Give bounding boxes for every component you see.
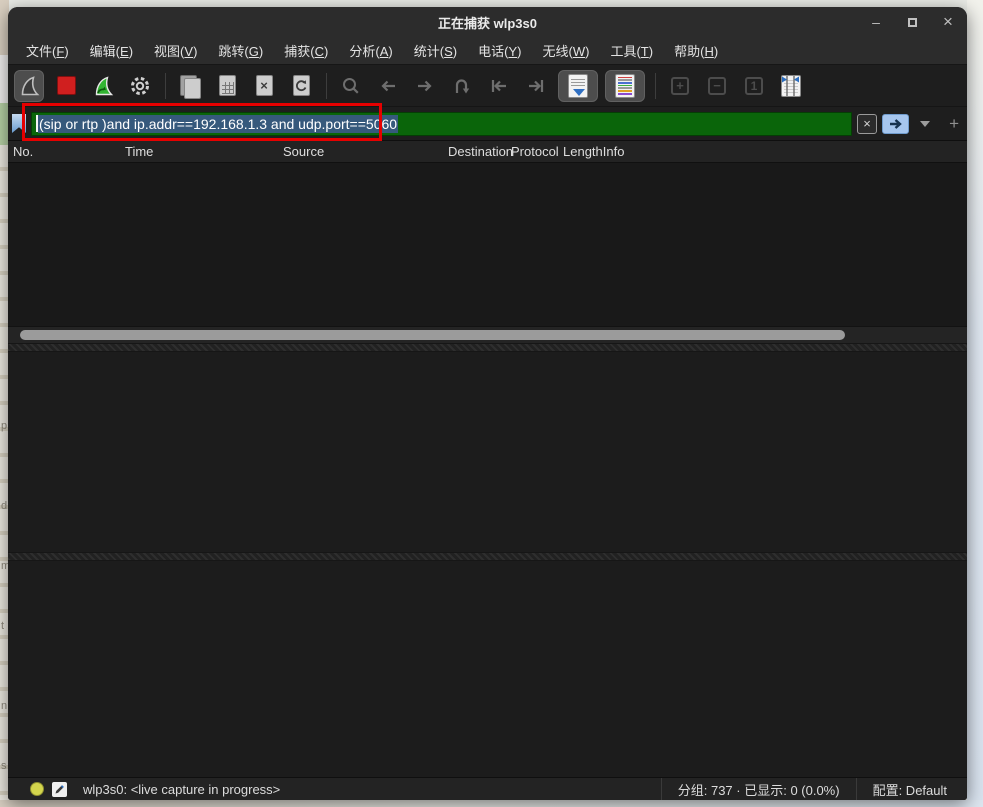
- toolbar-separator: [165, 73, 166, 99]
- menu-item[interactable]: 视图(V): [154, 41, 197, 60]
- filter-bookmark-icon[interactable]: [12, 114, 26, 133]
- go-to-packet-button[interactable]: [447, 70, 477, 102]
- close-file-button[interactable]: ×: [249, 70, 279, 102]
- close-file-icon: ×: [256, 75, 273, 96]
- colorize-button[interactable]: [605, 70, 645, 102]
- menu-item[interactable]: 电话(Y): [478, 41, 521, 60]
- menu-item[interactable]: 工具(T): [610, 41, 653, 60]
- colorize-icon: [615, 74, 635, 98]
- horizontal-scrollbar[interactable]: [8, 326, 967, 343]
- pane-splitter[interactable]: [8, 343, 967, 352]
- scrollbar-thumb[interactable]: [20, 330, 845, 340]
- column-header[interactable]: Time: [125, 144, 283, 159]
- apply-filter-button[interactable]: [882, 114, 909, 134]
- background-desktop-right-strip: [967, 0, 983, 807]
- desktop-background: p d m t n s 正在捕获 wlp3s0 – × 文件(F) 编辑(E) …: [0, 0, 983, 807]
- zoom-in-button[interactable]: +: [665, 70, 695, 102]
- expert-info-icon[interactable]: [30, 782, 44, 796]
- maximize-icon: [908, 18, 917, 27]
- column-header[interactable]: Length: [563, 144, 603, 159]
- go-forward-icon: [414, 76, 436, 96]
- title-bar[interactable]: 正在捕获 wlp3s0 – ×: [8, 7, 967, 37]
- filter-text-selected: (sip or rtp )and ip.addr==192.168.1.3 an…: [38, 115, 398, 133]
- packet-details-pane[interactable]: [8, 352, 967, 552]
- normal-size-icon: 1: [745, 77, 763, 95]
- column-header[interactable]: Source: [283, 144, 448, 159]
- packet-count-summary: 分组: 737 · 已显示: 0 (0.0%): [661, 778, 856, 801]
- zoom-out-button[interactable]: −: [702, 70, 732, 102]
- packet-bytes-pane[interactable]: [8, 561, 967, 777]
- zoom-out-icon: −: [708, 77, 726, 95]
- main-toolbar: ×: [8, 64, 967, 106]
- auto-scroll-button[interactable]: [558, 70, 598, 102]
- menu-item[interactable]: 统计(S): [414, 41, 457, 60]
- clear-filter-button[interactable]: ×: [857, 114, 877, 134]
- menu-item[interactable]: 跳转(G): [218, 41, 263, 60]
- menu-item[interactable]: 帮助(H): [674, 41, 718, 60]
- capture-comment-icon[interactable]: [52, 782, 67, 797]
- menu-item[interactable]: 编辑(E): [90, 41, 133, 60]
- column-header[interactable]: No.: [13, 144, 125, 159]
- toolbar-separator: [655, 73, 656, 99]
- display-filter-input[interactable]: (sip or rtp )and ip.addr==192.168.1.3 an…: [31, 112, 852, 136]
- restart-capture-icon: [92, 75, 114, 97]
- menu-item[interactable]: 分析(A): [349, 41, 392, 60]
- close-button[interactable]: ×: [941, 15, 955, 29]
- find-packet-icon: [341, 76, 361, 96]
- menu-bar: 文件(F) 编辑(E) 视图(V) 跳转(G) 捕获(C) 分析(A) 统计(S…: [8, 37, 967, 64]
- status-bar: wlp3s0: <live capture in progress> 分组: 7…: [8, 777, 967, 800]
- capture-options-button[interactable]: [125, 70, 155, 102]
- display-filter-bar: (sip or rtp )and ip.addr==192.168.1.3 an…: [8, 106, 967, 140]
- add-filter-button[interactable]: +: [949, 114, 959, 134]
- restart-capture-button[interactable]: [88, 70, 118, 102]
- window-title: 正在捕获 wlp3s0: [438, 13, 537, 32]
- start-capture-fin-icon: [18, 75, 40, 97]
- go-to-packet-icon: [452, 76, 472, 96]
- stop-capture-button[interactable]: [51, 70, 81, 102]
- zoom-in-icon: +: [671, 77, 689, 95]
- find-packet-button[interactable]: [336, 70, 366, 102]
- reload-file-icon: [293, 75, 310, 96]
- profile-status[interactable]: 配置: Default: [856, 778, 963, 801]
- filter-dropdown-icon[interactable]: [920, 121, 930, 127]
- wireshark-window: 正在捕获 wlp3s0 – × 文件(F) 编辑(E) 视图(V) 跳转(G) …: [8, 7, 967, 800]
- maximize-button[interactable]: [905, 15, 919, 29]
- menu-item[interactable]: 捕获(C): [284, 41, 328, 60]
- go-back-button[interactable]: [373, 70, 403, 102]
- start-capture-button[interactable]: [14, 70, 44, 102]
- menu-item[interactable]: 无线(W): [542, 41, 589, 60]
- go-forward-button[interactable]: [410, 70, 440, 102]
- resize-columns-icon: [781, 75, 801, 97]
- stop-capture-icon: [57, 76, 76, 95]
- column-header[interactable]: Destination: [448, 144, 511, 159]
- go-back-icon: [377, 76, 399, 96]
- packet-list-header: No.TimeSourceDestinationProtocolLengthIn…: [8, 140, 967, 163]
- save-file-icon: [219, 75, 236, 96]
- capture-status-text: wlp3s0: <live capture in progress>: [83, 782, 280, 797]
- resize-columns-button[interactable]: [776, 70, 806, 102]
- normal-size-button[interactable]: 1: [739, 70, 769, 102]
- column-header[interactable]: Info: [603, 144, 625, 159]
- go-first-packet-button[interactable]: [484, 70, 514, 102]
- minimize-button[interactable]: –: [869, 15, 883, 29]
- reload-file-button[interactable]: [286, 70, 316, 102]
- save-file-button[interactable]: [212, 70, 242, 102]
- pane-splitter[interactable]: [8, 552, 967, 561]
- menu-item[interactable]: 文件(F): [26, 41, 69, 60]
- packet-list-pane[interactable]: [8, 163, 967, 326]
- apply-arrow-icon: [888, 118, 904, 130]
- background-desktop-bottom-strip: [0, 800, 983, 807]
- toolbar-separator: [326, 73, 327, 99]
- open-file-icon: [180, 75, 201, 97]
- go-last-icon: [525, 76, 547, 96]
- column-header[interactable]: Protocol: [511, 144, 563, 159]
- go-last-packet-button[interactable]: [521, 70, 551, 102]
- open-file-button[interactable]: [175, 70, 205, 102]
- auto-scroll-icon: [568, 74, 588, 98]
- capture-options-gear-icon: [129, 75, 151, 97]
- go-first-icon: [488, 76, 510, 96]
